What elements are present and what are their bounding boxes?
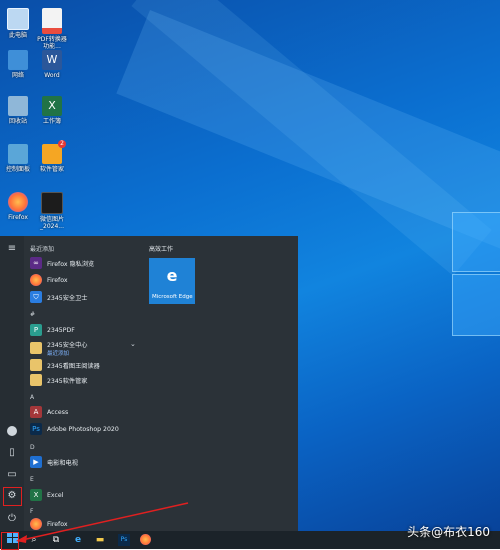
search-icon[interactable]: ⌕ <box>26 532 42 548</box>
desktop-icon-excel-workbook[interactable]: X 工作簿 <box>34 96 70 125</box>
tile-microsoft-edge[interactable]: e Microsoft Edge <box>149 258 195 304</box>
folder-icon <box>30 342 42 354</box>
desktop-icon-pdf-converter[interactable]: PDF转换器 功能... <box>34 8 70 50</box>
excel-workbook-icon: X <box>42 96 62 116</box>
desktop-icon-control-panel[interactable]: 控制面板 <box>0 144 36 173</box>
desktop-icon-this-pc[interactable]: 此电脑 <box>0 8 36 39</box>
group-letter-a[interactable]: A <box>30 394 34 401</box>
app-item-photoshop[interactable]: Ps Adobe Photoshop 2020 <box>30 422 119 436</box>
firefox-icon <box>8 192 28 212</box>
app-item-excel[interactable]: X Excel <box>30 488 63 502</box>
power-icon[interactable]: ⏻ <box>5 512 19 526</box>
desktop-icon-word[interactable]: W Word <box>34 50 70 79</box>
pictures-icon[interactable]: ▭ <box>5 468 19 482</box>
app-item-2345-security[interactable]: ⛉ 2345安全卫士 <box>30 290 88 304</box>
network-icon <box>8 50 28 70</box>
software-manager-icon: 2 <box>42 140 66 164</box>
movies-icon: ▶ <box>30 456 42 468</box>
pdf-icon: P <box>30 324 42 336</box>
app-item-2345pdf[interactable]: P 2345PDF <box>30 323 75 337</box>
word-icon: W <box>42 50 62 70</box>
group-letter-e[interactable]: E <box>30 476 34 483</box>
edge-icon[interactable]: e <box>70 532 86 548</box>
app-item-2345-software-manager[interactable]: 2345软件管家 <box>30 373 88 387</box>
desktop-icon-image-file[interactable]: 微信图片 _2024... <box>34 192 70 230</box>
settings-highlight-box <box>3 487 22 506</box>
control-panel-icon <box>8 144 28 164</box>
group-letter-d[interactable]: D <box>30 444 35 451</box>
explorer-icon[interactable]: ▬ <box>92 532 108 548</box>
recent-header: 最近添加 <box>30 246 55 253</box>
desktop-icon-recycle-bin[interactable]: 回收站 <box>0 96 36 125</box>
tile-label: Microsoft Edge <box>152 294 193 300</box>
desktop-icon-network[interactable]: 网络 <box>0 50 36 79</box>
app-item-firefox-private[interactable]: ∞ Firefox 隐私浏览 <box>30 256 94 270</box>
app-item-2345-security-center[interactable]: 2345安全中心 最近添加 <box>30 339 88 357</box>
app-item-firefox[interactable]: Firefox <box>30 273 67 287</box>
excel-icon: X <box>30 489 42 501</box>
edge-icon: e <box>166 266 178 285</box>
documents-icon[interactable]: ▯ <box>5 446 19 460</box>
app-item-firefox-f[interactable]: Firefox <box>30 517 67 531</box>
windows-logo-wallpaper <box>452 212 500 342</box>
this-pc-icon <box>7 8 29 30</box>
group-letter-f[interactable]: F <box>30 508 33 515</box>
shield-icon: ⛉ <box>30 291 42 303</box>
firefox-icon <box>30 518 42 530</box>
start-menu: ≡ ▯ ▭ ⚙ ⏻ 最近添加 ∞ Firefox 隐私浏览 Firefox ⛉ … <box>0 236 298 531</box>
image-file-icon <box>41 192 63 214</box>
hamburger-menu-icon[interactable]: ≡ <box>5 242 19 256</box>
recycle-bin-icon <box>8 96 28 116</box>
pdf-converter-icon <box>42 8 62 34</box>
tiles-header: 高效工作 <box>149 246 174 253</box>
app-item-movies-tv[interactable]: ▶ 电影和电视 <box>30 455 78 469</box>
app-item-2345-viewer[interactable]: 2345看图王阅读器 <box>30 358 100 372</box>
firefox-icon[interactable] <box>138 532 154 548</box>
start-highlight-box <box>1 532 19 550</box>
firefox-private-icon: ∞ <box>30 257 42 269</box>
desktop-icon-firefox[interactable]: Firefox <box>0 192 36 221</box>
firefox-icon <box>30 274 42 286</box>
app-item-access[interactable]: A Access <box>30 405 68 419</box>
access-icon: A <box>30 406 42 418</box>
folder-icon <box>30 359 42 371</box>
task-view-icon[interactable]: ⧉ <box>48 532 64 548</box>
watermark: 头条@布衣160 <box>407 525 490 539</box>
photoshop-icon[interactable]: Ps <box>116 532 132 548</box>
desktop-icon-software-manager[interactable]: 2 软件管家 <box>34 140 70 173</box>
group-letter-hash[interactable]: # <box>30 311 35 318</box>
folder-icon <box>30 374 42 386</box>
user-avatar-icon[interactable] <box>5 424 19 438</box>
app-list: 最近添加 ∞ Firefox 隐私浏览 Firefox ⛉ 2345安全卫士 #… <box>24 236 144 531</box>
photoshop-icon: Ps <box>30 423 42 435</box>
chevron-down-icon[interactable]: ⌄ <box>130 340 136 348</box>
